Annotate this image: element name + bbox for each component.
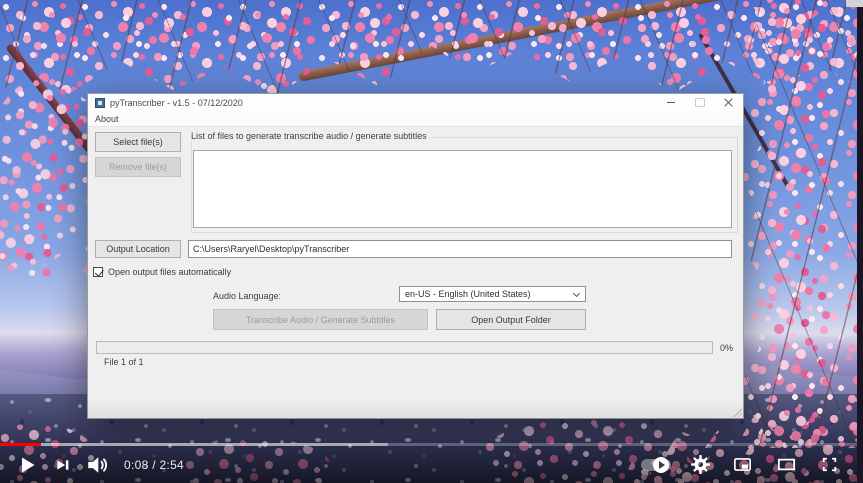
- chevron-down-icon: [573, 289, 580, 296]
- open-output-row[interactable]: Open output files automatically: [93, 267, 231, 277]
- player-controls: 0:08 / 2:54: [0, 446, 863, 483]
- output-location-button[interactable]: Output Location: [95, 240, 181, 258]
- theater-mode-button[interactable]: [774, 452, 799, 477]
- menu-about[interactable]: About: [95, 114, 119, 124]
- output-path-value: C:\Users\Raryel\Desktop\pyTranscriber: [193, 244, 349, 254]
- file-list-label: List of files to generate transcribe aud…: [191, 131, 431, 141]
- window-title: pyTranscriber - v1.5 - 07/12/2020: [110, 98, 243, 108]
- file-counter: File 1 of 1: [104, 357, 144, 367]
- time-display: 0:08 / 2:54: [124, 458, 184, 472]
- file-list[interactable]: [193, 150, 732, 228]
- next-icon: [48, 451, 76, 479]
- next-button[interactable]: [48, 451, 76, 479]
- audio-language-label: Audio Language:: [213, 291, 281, 301]
- miniplayer-button[interactable]: [730, 452, 755, 477]
- settings-gear-icon: [690, 454, 711, 475]
- window-content: Select file(s) Remove file(s) List of fi…: [88, 127, 743, 418]
- select-files-button[interactable]: Select file(s): [95, 132, 181, 152]
- play-icon: [12, 450, 42, 480]
- fullscreen-icon: [818, 453, 841, 476]
- app-icon: [95, 98, 105, 108]
- transcribe-progress-bar: [96, 341, 713, 354]
- minimize-button[interactable]: [656, 94, 685, 111]
- menu-bar: About: [88, 111, 743, 127]
- play-button[interactable]: [12, 450, 42, 480]
- autoplay-toggle-icon: [641, 459, 671, 471]
- volume-icon: [82, 451, 110, 479]
- settings-button[interactable]: [690, 454, 711, 475]
- fullscreen-button[interactable]: [818, 453, 841, 476]
- output-path-field[interactable]: C:\Users\Raryel\Desktop\pyTranscriber: [188, 240, 732, 258]
- audio-language-select[interactable]: en-US - English (United States): [399, 286, 586, 302]
- autoplay-toggle[interactable]: [641, 459, 671, 471]
- resize-grip[interactable]: [732, 407, 742, 417]
- window-titlebar[interactable]: pyTranscriber - v1.5 - 07/12/2020: [88, 94, 743, 111]
- close-button[interactable]: [714, 94, 743, 111]
- open-output-checkbox[interactable]: [93, 267, 103, 277]
- scrollbar-top-cap: [846, 0, 863, 7]
- remove-files-button[interactable]: Remove file(s): [95, 157, 181, 177]
- browser-scrollbar[interactable]: [857, 0, 863, 483]
- open-output-label: Open output files automatically: [108, 267, 231, 277]
- open-output-folder-button[interactable]: Open Output Folder: [436, 309, 586, 330]
- audio-language-value: en-US - English (United States): [405, 289, 531, 299]
- video-player: pyTranscriber - v1.5 - 07/12/2020 About …: [0, 0, 863, 483]
- progress-percent: 0%: [720, 343, 733, 353]
- transcribe-button[interactable]: Transcribe Audio / Generate Subtitles: [213, 309, 428, 330]
- miniplayer-icon: [730, 452, 755, 477]
- theater-mode-icon: [774, 452, 799, 477]
- maximize-button[interactable]: [685, 94, 714, 111]
- volume-button[interactable]: [82, 451, 110, 479]
- pytranscriber-window: pyTranscriber - v1.5 - 07/12/2020 About …: [87, 93, 744, 419]
